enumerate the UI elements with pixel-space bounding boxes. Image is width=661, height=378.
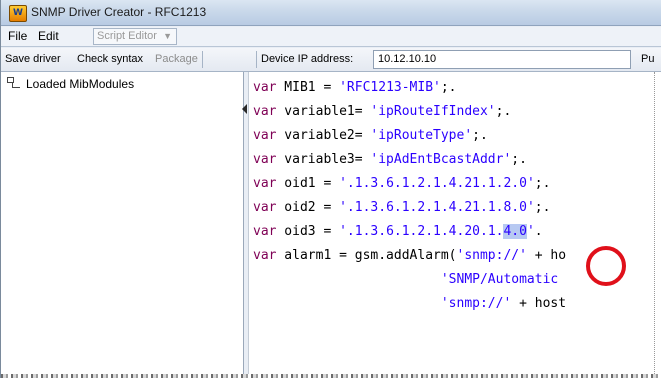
code-line[interactable]: var oid3 = '.1.3.6.1.2.1.4.20.1.4.0'. xyxy=(253,220,543,244)
code-keyword: var xyxy=(253,200,277,215)
toolbar: Save driver Check syntax Package Device … xyxy=(1,48,661,72)
window-title: SNMP Driver Creator - RFC1213 xyxy=(31,5,207,19)
code-text: oid3 = xyxy=(276,224,340,239)
package-button[interactable]: Package xyxy=(155,53,198,65)
tree-structure-icon xyxy=(7,77,21,89)
collapse-left-icon[interactable] xyxy=(242,104,247,114)
code-string: '.1.3.6.1.2.1.4.20.1. xyxy=(339,224,504,239)
code-keyword: var xyxy=(253,80,277,95)
code-text: oid2 = xyxy=(276,200,340,215)
code-string: 'ipRouteIfIndex' xyxy=(370,104,496,119)
code-string: 'SNMP/Automatic xyxy=(440,272,559,287)
code-line[interactable]: var variable2= 'ipRouteType';. xyxy=(253,124,488,148)
code-text: alarm1 = gsm.addAlarm( xyxy=(276,248,457,263)
device-ip-label: Device IP address: xyxy=(261,53,354,65)
code-string: '.1.3.6.1.2.1.4.21.1.2.0' xyxy=(339,176,535,191)
code-string: 'ipRouteType' xyxy=(370,128,473,143)
code-string: 'snmp://' xyxy=(456,248,527,263)
code-text: + host xyxy=(511,296,567,311)
code-string: ' xyxy=(526,224,535,239)
script-editor-menu[interactable]: Script Editor ▼ xyxy=(93,28,177,45)
code-text: + ho xyxy=(526,248,567,263)
code-text: . xyxy=(534,224,543,239)
tree-item-loaded-mibmodules[interactable]: Loaded MibModules xyxy=(7,77,134,91)
code-line[interactable]: var variable1= 'ipRouteIfIndex';. xyxy=(253,100,511,124)
editor-margin xyxy=(654,72,661,378)
toolbar-divider xyxy=(202,51,203,68)
code-text: ;. xyxy=(440,80,457,95)
code-keyword: var xyxy=(253,176,277,191)
code-keyword: var xyxy=(253,248,277,263)
app-window: W SNMP Driver Creator - RFC1213 File Edi… xyxy=(0,0,661,378)
bottom-edge xyxy=(1,374,661,378)
tree-item-label: Loaded MibModules xyxy=(26,77,135,91)
code-keyword: var xyxy=(253,128,277,143)
code-string: 'snmp://' xyxy=(440,296,512,311)
code-line[interactable]: var MIB1 = 'RFC1213-MIB';. xyxy=(253,76,457,100)
code-text: ;. xyxy=(534,176,551,191)
script-editor-label: Script Editor xyxy=(97,30,157,42)
code-line[interactable]: 'snmp://' + host xyxy=(253,292,566,316)
code-text: ;. xyxy=(511,152,527,167)
save-driver-button[interactable]: Save driver xyxy=(5,53,61,65)
code-keyword: var xyxy=(253,104,277,119)
highlight-annotation-circle xyxy=(586,246,626,286)
code-text: variable3= xyxy=(276,152,371,167)
menu-file[interactable]: File xyxy=(5,29,30,43)
code-string: 'RFC1213-MIB' xyxy=(339,80,441,95)
code-line[interactable]: var variable3= 'ipAdEntBcastAddr';. xyxy=(253,148,527,172)
code-line[interactable]: 'SNMP/Automatic xyxy=(253,268,558,292)
code-text: oid1 = xyxy=(276,176,340,191)
app-logo-icon: W xyxy=(9,5,27,22)
code-string: '.1.3.6.1.2.1.4.21.1.8.0' xyxy=(339,200,535,215)
device-ip-input[interactable]: 10.12.10.10 xyxy=(373,50,631,69)
chevron-down-icon: ▼ xyxy=(163,31,172,41)
script-editor[interactable]: var MIB1 = 'RFC1213-MIB';. var variable1=… xyxy=(248,72,661,378)
code-selection: 4.0 xyxy=(503,224,527,239)
code-text: variable2= xyxy=(276,128,371,143)
code-line[interactable]: var oid1 = '.1.3.6.1.2.1.4.21.1.2.0';. xyxy=(253,172,550,196)
code-text: MIB1 = xyxy=(276,80,340,95)
mib-tree-panel: Loaded MibModules xyxy=(1,72,244,378)
title-bar[interactable]: W SNMP Driver Creator - RFC1213 xyxy=(1,0,661,26)
code-text: ;. xyxy=(534,200,551,215)
check-syntax-button[interactable]: Check syntax xyxy=(77,53,143,65)
menu-edit[interactable]: Edit xyxy=(35,29,62,43)
code-text: ;. xyxy=(495,104,512,119)
code-keyword: var xyxy=(253,152,277,167)
toolbar-divider xyxy=(256,51,257,68)
code-line[interactable]: var alarm1 = gsm.addAlarm('snmp://' + ho xyxy=(253,244,566,268)
code-text: ;. xyxy=(472,128,488,143)
code-text: variable1= xyxy=(276,104,371,119)
toolbar-overflow-label[interactable]: Pu xyxy=(641,53,654,65)
code-keyword: var xyxy=(253,224,277,239)
menu-bar: File Edit Script Editor ▼ xyxy=(1,27,661,47)
code-string: 'ipAdEntBcastAddr' xyxy=(370,152,512,167)
code-line[interactable]: var oid2 = '.1.3.6.1.2.1.4.21.1.8.0';. xyxy=(253,196,550,220)
